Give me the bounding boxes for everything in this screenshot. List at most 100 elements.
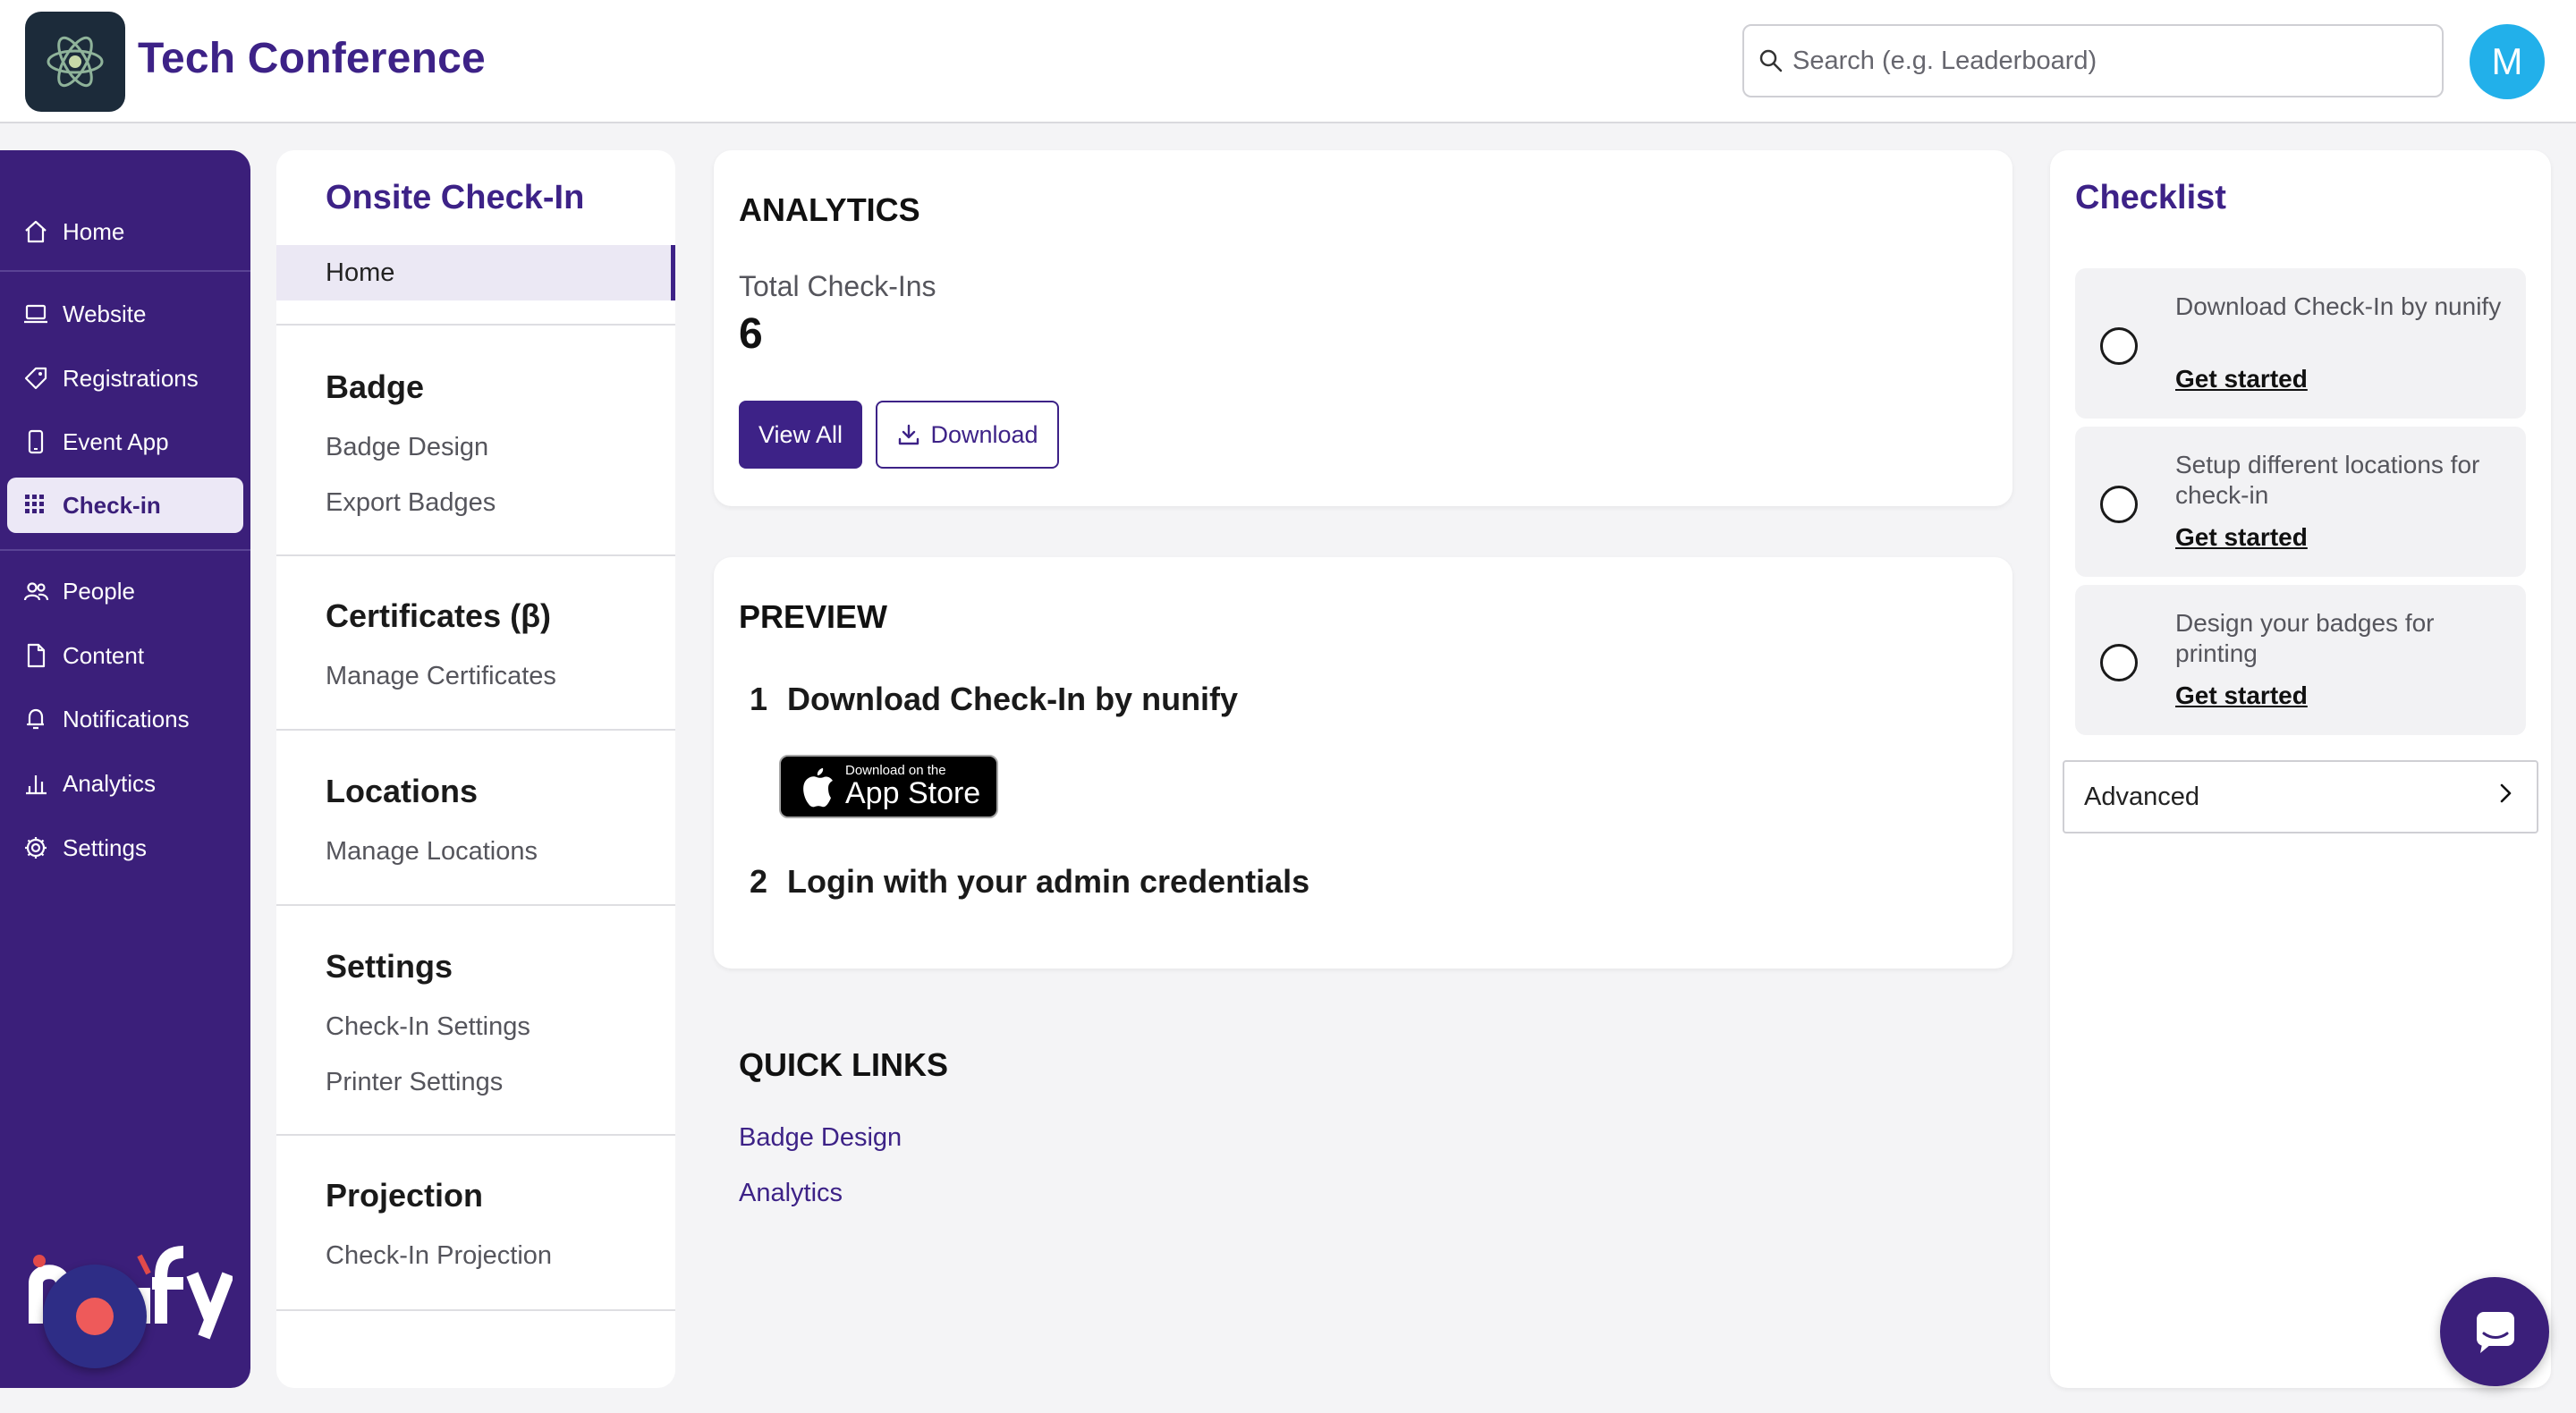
- preview-heading: PREVIEW: [739, 598, 888, 635]
- get-started-link[interactable]: Get started: [2175, 681, 2308, 710]
- get-started-link[interactable]: Get started: [2175, 365, 2308, 393]
- sidebar-item-label: Analytics: [63, 769, 157, 797]
- checklist-item[interactable]: Setup different locations for check-in G…: [2075, 427, 2526, 577]
- subnav-title: Onsite Check-In: [326, 179, 585, 216]
- sidebar-item-label: Home: [63, 217, 125, 245]
- sidebar-item-registrations[interactable]: Registrations: [7, 351, 243, 406]
- smartphone-icon: [21, 427, 50, 456]
- sidebar-item-analytics[interactable]: Analytics: [7, 756, 243, 811]
- subnav-divider: [276, 554, 675, 556]
- total-checkins-value: 6: [739, 310, 763, 358]
- sidebar-item-label: Event App: [63, 427, 169, 455]
- preview-step-1: 1 Download Check-In by nunify: [750, 681, 1238, 718]
- get-started-link[interactable]: Get started: [2175, 523, 2308, 552]
- quick-link-analytics[interactable]: Analytics: [739, 1179, 843, 1208]
- user-avatar[interactable]: M: [2470, 24, 2545, 99]
- apple-icon: [799, 766, 835, 808]
- quick-links-heading: QUICK LINKS: [739, 1046, 948, 1083]
- subnav-item-home[interactable]: Home: [276, 245, 675, 300]
- subnav-link-check-in-settings[interactable]: Check-In Settings: [326, 1012, 530, 1042]
- subnav-divider: [276, 729, 675, 731]
- subnav-link-export-badges[interactable]: Export Badges: [326, 488, 496, 518]
- step-number: 2: [750, 863, 768, 900]
- event-logo-icon: [47, 36, 104, 88]
- step-text: Download Check-In by nunify: [787, 681, 1239, 717]
- subnav-link-manage-certificates[interactable]: Manage Certificates: [326, 662, 556, 691]
- checklist-item[interactable]: Download Check-In by nunify Get started: [2075, 268, 2526, 419]
- sidebar-item-label: Settings: [63, 833, 147, 861]
- section-heading-certificates: Certificates (β): [326, 597, 552, 634]
- view-all-button[interactable]: View All: [739, 401, 862, 469]
- checklist-title: Checklist: [2075, 179, 2226, 216]
- checklist-item-text: Design your badges for printing: [2175, 609, 2435, 667]
- section-heading-settings: Settings: [326, 948, 453, 985]
- subnav-divider: [276, 1134, 675, 1136]
- sidebar-item-label: Website: [63, 300, 147, 327]
- sidebar-item-label: People: [63, 577, 135, 605]
- chat-bubble-icon: [2477, 1312, 2514, 1353]
- bar-chart-icon: [21, 769, 50, 798]
- sidebar-item-notifications[interactable]: Notifications: [7, 691, 243, 747]
- sidebar-item-label: Check-in: [63, 491, 161, 519]
- sidebar-item-content[interactable]: Content: [7, 628, 243, 683]
- preview-step-2: 2 Login with your admin credentials: [750, 863, 1309, 901]
- advanced-label: Advanced: [2084, 782, 2199, 811]
- subnav-divider: [276, 324, 675, 326]
- checklist-item-text: Download Check-In by nunify: [2175, 292, 2502, 320]
- sidebar-item-settings[interactable]: Settings: [7, 820, 243, 876]
- app-store-caption: Download on the: [845, 763, 946, 778]
- sidebar-item-label: Content: [63, 641, 145, 669]
- qr-grid-icon: [21, 491, 50, 520]
- step-text: Login with your admin credentials: [787, 863, 1310, 900]
- sidebar-item-label: Registrations: [63, 364, 199, 392]
- app-store-badge[interactable]: Download on the App Store: [779, 755, 998, 818]
- subnav-link-check-in-projection[interactable]: Check-In Projection: [326, 1241, 552, 1271]
- subnav-divider: [276, 1309, 675, 1311]
- sidebar-item-people[interactable]: People: [7, 563, 243, 619]
- sidebar-item-website[interactable]: Website: [7, 286, 243, 342]
- subnav-link-badge-design[interactable]: Badge Design: [326, 433, 488, 462]
- section-heading-locations: Locations: [326, 773, 479, 809]
- app-title: Tech Conference: [138, 35, 486, 82]
- sidebar-item-check-in[interactable]: Check-in: [7, 478, 243, 533]
- app-store-title: App Store: [845, 776, 981, 810]
- checklist-radio[interactable]: [2100, 327, 2138, 365]
- download-button-label: Download: [930, 420, 1038, 448]
- sidebar-divider: [0, 270, 250, 272]
- home-icon: [21, 217, 50, 246]
- quick-link-badge-design[interactable]: Badge Design: [739, 1123, 902, 1153]
- document-icon: [21, 641, 50, 670]
- record-button[interactable]: [43, 1265, 147, 1368]
- checklist-radio[interactable]: [2100, 486, 2138, 523]
- step-number: 1: [750, 681, 768, 717]
- total-checkins-label: Total Check-Ins: [739, 270, 936, 302]
- laptop-icon: [21, 300, 50, 328]
- chevron-right-icon: [2494, 782, 2517, 812]
- download-button[interactable]: Download: [876, 401, 1059, 469]
- sidebar-item-label: Notifications: [63, 705, 190, 732]
- ticket-icon: [21, 364, 50, 393]
- download-icon: [896, 422, 921, 447]
- gear-icon: [21, 833, 50, 862]
- search-input[interactable]: [1792, 46, 2401, 76]
- section-heading-badge: Badge: [326, 368, 425, 405]
- checkin-subnav: Onsite Check-In Home Badge Badge Design …: [276, 150, 675, 1388]
- people-icon: [21, 577, 50, 605]
- subnav-link-printer-settings[interactable]: Printer Settings: [326, 1068, 503, 1097]
- search-field[interactable]: [1742, 24, 2444, 97]
- search-icon: [1758, 48, 1784, 73]
- subnav-divider: [276, 904, 675, 906]
- main-sidebar: Home Website Registrations Event App Che…: [0, 150, 250, 1388]
- event-logo[interactable]: [25, 12, 125, 112]
- checklist-item[interactable]: Design your badges for printing Get star…: [2075, 585, 2526, 735]
- chat-support-button[interactable]: [2440, 1277, 2549, 1386]
- checklist-radio[interactable]: [2100, 644, 2138, 681]
- advanced-accordion[interactable]: Advanced: [2063, 760, 2538, 833]
- bell-icon: [21, 705, 50, 733]
- analytics-heading: ANALYTICS: [739, 191, 920, 228]
- top-header: Tech Conference M: [0, 0, 2576, 123]
- record-icon: [76, 1298, 114, 1335]
- sidebar-item-event-app[interactable]: Event App: [7, 414, 243, 470]
- subnav-link-manage-locations[interactable]: Manage Locations: [326, 837, 538, 867]
- sidebar-item-home[interactable]: Home: [7, 204, 243, 259]
